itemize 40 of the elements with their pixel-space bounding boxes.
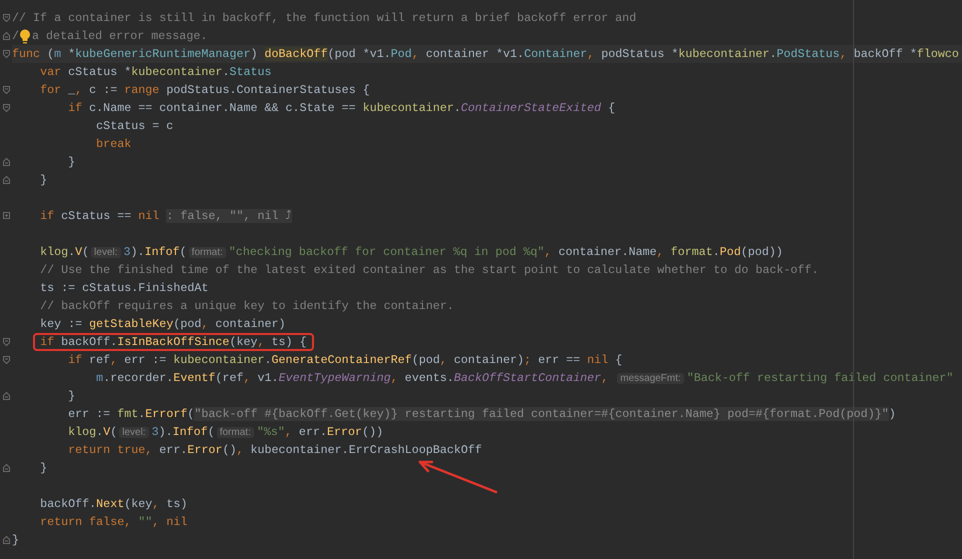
code-line: break — [96, 136, 132, 153]
code-line: for _, c := range podStatus.ContainerStatuses { — [40, 82, 370, 99]
code-line: } — [40, 460, 48, 477]
fold-marker-icon[interactable] — [2, 391, 10, 401]
code-line: backOff.Next(key, ts) — [40, 496, 188, 513]
code-line: if ref, err := kubecontainer.GenerateContainerRef(pod, container); err == nil { — [68, 352, 622, 369]
fold-marker-icon[interactable] — [2, 85, 10, 95]
code-line: / — [12, 28, 20, 45]
code-line: return false, "", nil — [40, 514, 188, 531]
code-line: } — [68, 388, 76, 405]
code-line: key := getStableKey(pod, container) — [40, 316, 286, 333]
code-line: a detailed error message. — [32, 28, 208, 45]
fold-marker-icon[interactable] — [2, 49, 10, 59]
code-line: cStatus = c — [96, 118, 174, 135]
code-line: } — [68, 154, 76, 171]
lightbulb-icon[interactable] — [19, 28, 32, 44]
fold-marker-icon[interactable] — [2, 535, 10, 545]
code-line: klog.V( level: 3).Infof( format: "checking backoff for container %q in pod %q", container.Name, format.Pod(pod)) — [40, 244, 783, 260]
code-line: ts := cStatus.FinishedAt — [40, 280, 208, 297]
fold-marker-icon[interactable] — [2, 157, 10, 167]
code-line: } — [12, 532, 20, 549]
fold-marker-icon[interactable] — [2, 355, 10, 365]
code-line: if cStatus == nil : false, "", nil ⤴ — [40, 208, 292, 225]
fold-marker-icon[interactable] — [2, 103, 10, 113]
code-line: err := fmt.Errorf("back-off #{backOff.Get(key)} restarting failed container=#{container.Name} pod=#{format.Pod(pod)}") — [68, 406, 896, 423]
fold-marker-icon[interactable] — [2, 175, 10, 185]
code-line: // If a container is still in backoff, the function will return a brief backoff error and — [12, 10, 636, 27]
code-line: if c.Name == container.Name && c.State == kubecontainer.ContainerStateExited { — [68, 100, 616, 117]
code-line: var cStatus *kubecontainer.Status — [40, 64, 272, 81]
code-line: // Use the finished time of the latest exited container as the start point to calculate whether to do back-off. — [40, 262, 819, 279]
fold-marker-icon[interactable] — [2, 31, 10, 41]
code-line: // backOff requires a unique key to identify the container. — [40, 298, 454, 315]
code-line: m.recorder.Eventf(ref, v1.EventTypeWarning, events.BackOffStartContainer, messageFmt: "Back-off restarting failed container" — [96, 370, 954, 386]
code-line: klog.V( level: 3).Infof( format: "%s", err.Error()) — [68, 424, 384, 440]
collapsed-fold-icon[interactable] — [2, 211, 10, 221]
fold-marker-icon[interactable] — [2, 337, 10, 347]
code-line: } — [40, 172, 48, 189]
fold-marker-icon[interactable] — [2, 13, 10, 23]
code-line: return true, err.Error(), kubecontainer.ErrCrashLoopBackOff — [68, 442, 482, 459]
fold-marker-icon[interactable] — [2, 463, 10, 473]
